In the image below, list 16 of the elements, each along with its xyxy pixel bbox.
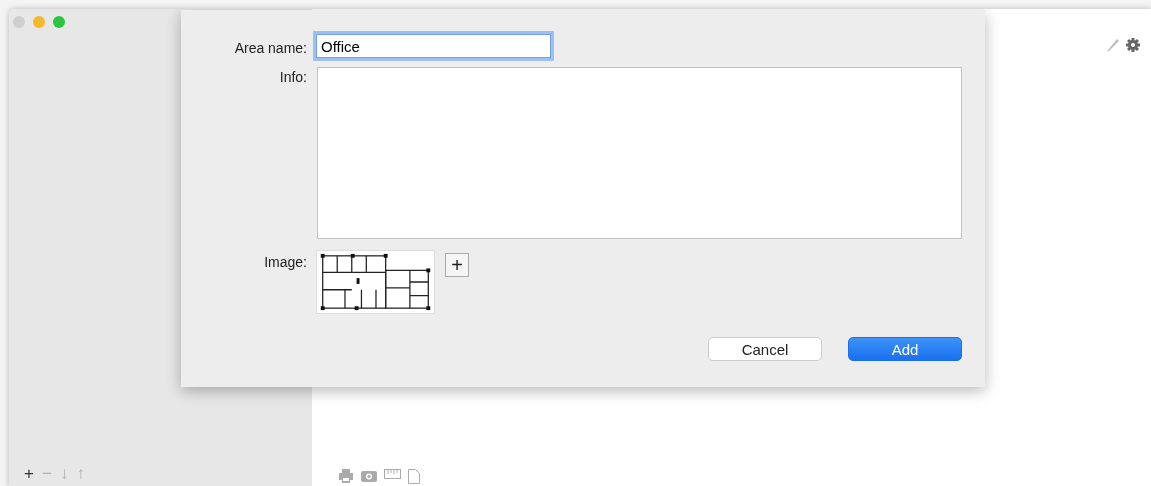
toolbar-button[interactable]: + — [24, 464, 34, 484]
info-field[interactable] — [317, 67, 962, 239]
field-label: Image: — [263, 253, 307, 270]
zoom-button[interactable] — [53, 16, 65, 28]
add-button[interactable]: Add — [848, 337, 962, 361]
field-label: Info: — [278, 68, 307, 85]
minimize-button[interactable] — [33, 16, 45, 28]
ruler-icon[interactable] — [384, 469, 401, 479]
document-icon[interactable] — [408, 469, 420, 484]
field-label: Area name: — [233, 39, 307, 56]
add-image-button[interactable]: + — [445, 253, 469, 277]
cancel-button[interactable]: Cancel — [708, 337, 822, 361]
printer-icon[interactable] — [338, 469, 354, 483]
settings-icon[interactable] — [1125, 37, 1141, 53]
camera-icon[interactable] — [361, 469, 377, 483]
area-name-field[interactable]: Office — [316, 34, 551, 58]
